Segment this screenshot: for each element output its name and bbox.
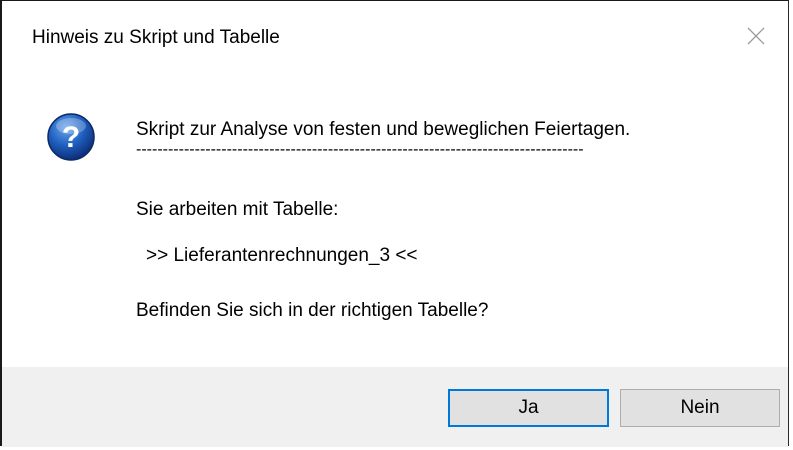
window-title: Hinweis zu Skript und Tabelle <box>32 27 280 48</box>
svg-text:?: ? <box>62 121 80 154</box>
question-text: Befinden Sie sich in der richtigen Tabel… <box>136 300 489 321</box>
message-content: ? Skript zur Analyse von festen und bewe… <box>2 75 788 367</box>
message-heading: Skript zur Analyse von festen und bewegl… <box>136 119 631 140</box>
button-bar: Ja Nein <box>2 367 788 447</box>
message-dialog: Hinweis zu Skript und Tabelle ? Skript z… <box>0 0 789 447</box>
close-button[interactable] <box>724 1 788 75</box>
table-name-text: >> Lieferantenrechnungen_3 << <box>146 245 418 266</box>
title-bar[interactable]: Hinweis zu Skript und Tabelle <box>2 1 788 75</box>
no-button[interactable]: Nein <box>620 389 780 427</box>
question-icon: ? <box>46 112 96 162</box>
table-intro-text: Sie arbeiten mit Tabelle: <box>136 199 339 220</box>
close-icon <box>746 26 766 51</box>
yes-button[interactable]: Ja <box>448 389 609 427</box>
separator-line: ----------------------------------------… <box>136 141 584 158</box>
